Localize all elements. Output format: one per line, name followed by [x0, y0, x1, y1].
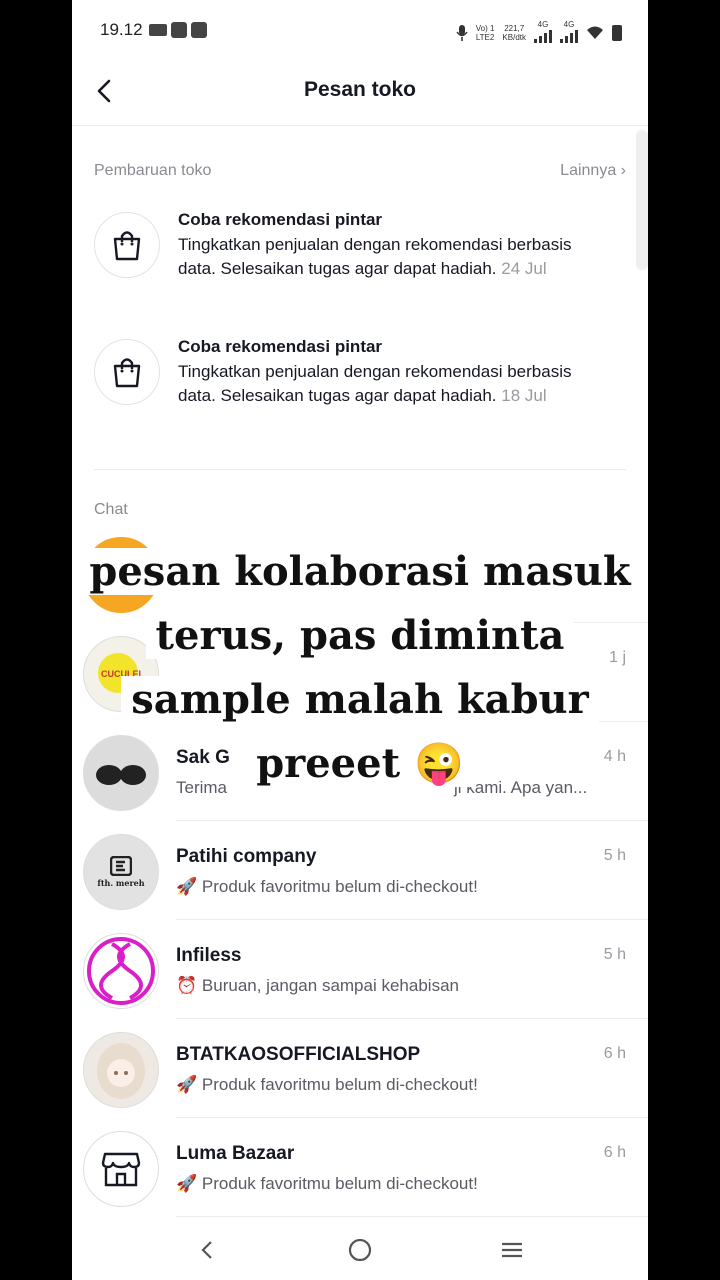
status-bar: 19.12 Vo) 1 LTE2 221,7 KB/dtk 4G 4G — [72, 0, 648, 60]
anime-avatar — [83, 1032, 159, 1108]
battery-icon — [612, 24, 622, 41]
update-text: Coba rekomendasi pintar Tingkatkan penju… — [178, 208, 588, 282]
chat-preview: 🚀 Produk favoritmu belum di-checkout! — [176, 1174, 478, 1193]
notification-icons — [149, 22, 207, 38]
header: Pesan toko — [72, 60, 648, 126]
chat-time: 5 h — [603, 847, 626, 864]
store-update-item[interactable]: Coba rekomendasi pintar Tingkatkan penju… — [94, 335, 634, 445]
chat-row[interactable]: BTATKAOSOFFICIALSHOP 6 h 🚀 Produk favori… — [72, 1019, 648, 1118]
clock-app-icon — [191, 22, 207, 38]
chevron-left-icon — [201, 1241, 212, 1259]
hamburger-menu-icon — [502, 1242, 522, 1258]
signal-2: 4G — [560, 20, 578, 45]
chat-preview: 🚀 Produk favoritmu belum di-checkout! — [176, 877, 478, 896]
patihi-avatar: fth. mereh — [83, 834, 159, 910]
phone-screen: 19.12 Vo) 1 LTE2 221,7 KB/dtk 4G 4G Pesa… — [72, 0, 648, 1280]
caption-line: terus, pas diminta — [72, 604, 648, 668]
scrollbar[interactable] — [636, 130, 648, 270]
divider — [94, 469, 626, 470]
mic-icon — [456, 24, 468, 41]
update-text: Coba rekomendasi pintar Tingkatkan penju… — [178, 335, 588, 409]
update-title: Coba rekomendasi pintar — [178, 210, 383, 229]
system-nav-bar — [72, 1218, 648, 1280]
chat-preview: 🚀 Produk favoritmu belum di-checkout! — [176, 1075, 478, 1094]
video-icon — [149, 24, 167, 36]
rocket-icon: 🚀 — [176, 1174, 198, 1193]
alarm-clock-icon: ⏰ — [176, 976, 198, 995]
signal-bars-icon — [560, 29, 578, 43]
nav-back-button[interactable] — [192, 1236, 222, 1264]
network-speed: 221,7 KB/dtk — [502, 23, 526, 42]
shopping-bag-icon — [94, 212, 160, 278]
chat-label: Chat — [94, 501, 128, 518]
caption-line: preeet 😜 — [72, 732, 648, 796]
signal-1: 4G — [534, 20, 552, 45]
shopping-bag-icon — [94, 339, 160, 405]
v-app-icon — [171, 22, 187, 38]
chat-row[interactable]: Luma Bazaar 6 h 🚀 Produk favoritmu belum… — [72, 1118, 648, 1217]
chat-row[interactable]: Infiless 5 h ⏰ Buruan, jangan sampai keh… — [72, 920, 648, 1019]
store-icon — [83, 1131, 159, 1207]
wifi-icon — [587, 26, 603, 39]
chat-name: BTATKAOSOFFICIALSHOP — [176, 1044, 421, 1065]
store-updates-label: Pembaruan toko — [94, 162, 212, 179]
infiless-avatar — [83, 933, 159, 1009]
chat-name: Patihi company — [176, 846, 317, 867]
rocket-icon: 🚀 — [176, 877, 198, 896]
more-link[interactable]: Lainnya › — [560, 162, 626, 180]
status-time: 19.12 — [100, 20, 143, 39]
chat-row[interactable]: fth. mereh Patihi company 5 h 🚀 Produk f… — [72, 821, 648, 920]
volte-label: Vo) 1 LTE2 — [475, 23, 495, 42]
status-right: Vo) 1 LTE2 221,7 KB/dtk 4G 4G — [456, 20, 622, 45]
page-title: Pesan toko — [303, 78, 417, 101]
chat-time: 6 h — [603, 1045, 626, 1062]
nav-home-button[interactable] — [345, 1236, 375, 1264]
rocket-icon: 🚀 — [176, 1075, 198, 1094]
caption-line: sample malah kabur — [72, 668, 648, 732]
store-update-item[interactable]: Coba rekomendasi pintar Tingkatkan penju… — [94, 208, 634, 318]
chat-header: Chat — [94, 501, 626, 519]
video-caption: pesan kolaborasi masuk terus, pas dimint… — [72, 540, 648, 796]
caption-line: pesan kolaborasi masuk — [72, 540, 648, 604]
store-updates-header: Pembaruan toko Lainnya › — [94, 162, 626, 180]
chat-name: Luma Bazaar — [176, 1143, 295, 1164]
circle-home-icon — [348, 1238, 372, 1262]
nav-menu-button[interactable] — [497, 1236, 527, 1264]
chat-time: 6 h — [603, 1144, 626, 1161]
chat-name: Infiless — [176, 945, 242, 966]
update-date: 18 Jul — [501, 386, 547, 405]
update-title: Coba rekomendasi pintar — [178, 337, 383, 356]
signal-bars-icon — [534, 29, 552, 43]
update-date: 24 Jul — [501, 259, 547, 278]
chat-time: 5 h — [603, 946, 626, 963]
chat-preview: ⏰ Buruan, jangan sampai kehabisan — [176, 976, 459, 995]
